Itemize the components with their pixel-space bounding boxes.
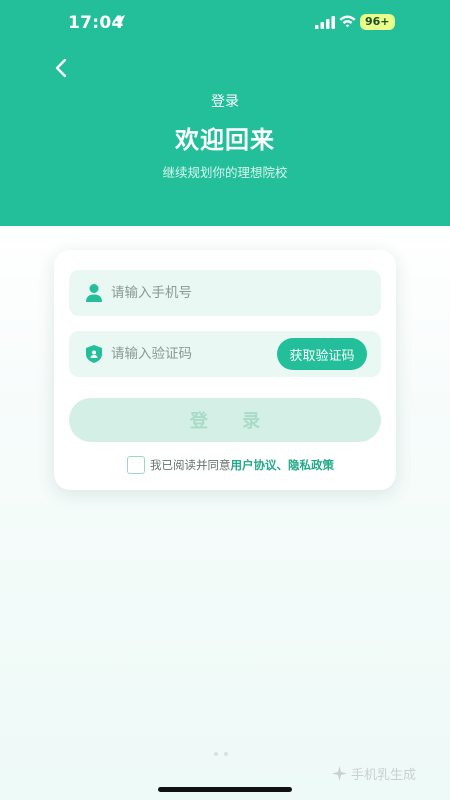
phone-field [69, 270, 381, 316]
sparkle-icon [332, 766, 347, 781]
user-agreement-link[interactable]: 用户协议 [231, 457, 277, 473]
welcome-heading: 欢迎回来 [175, 126, 275, 154]
login-card: 获取验证码 登 录 我已阅读并同意 用户协议 、 隐私政策 [54, 250, 396, 490]
verification-code-field: 获取验证码 [69, 331, 381, 377]
get-code-button[interactable]: 获取验证码 [277, 338, 367, 370]
agreement-text: 我已阅读并同意 [150, 458, 231, 472]
watermark: 手机乳生成 [332, 764, 416, 783]
agreement-checkbox[interactable] [127, 456, 145, 474]
watermark-text: 手机乳生成 [351, 768, 417, 783]
agreement-separator: 、 [276, 458, 289, 472]
wifi-icon [339, 15, 356, 28]
page-indicator [214, 752, 228, 756]
location-arrow-icon [113, 15, 125, 27]
page-title: 登录 [211, 94, 239, 110]
status-bar: 17:04 96+ [0, 0, 450, 46]
user-icon [86, 284, 102, 302]
header-banner: 17:04 96+ 登录 欢迎回来 继续规划你的理想院校 [0, 0, 450, 226]
login-button[interactable]: 登 录 [69, 398, 381, 442]
page-dot [224, 752, 228, 756]
chevron-left-icon[interactable] [48, 54, 76, 82]
battery-badge: 96+ [360, 14, 395, 30]
home-indicator[interactable] [158, 787, 292, 792]
page-dot [214, 752, 218, 756]
signal-icon [315, 16, 335, 29]
privacy-policy-link[interactable]: 隐私政策 [288, 457, 334, 473]
shield-icon [86, 345, 102, 363]
agreement-row: 我已阅读并同意 用户协议 、 隐私政策 [127, 455, 334, 475]
phone-input[interactable] [111, 270, 271, 316]
verification-code-input[interactable] [111, 331, 271, 377]
welcome-subtitle: 继续规划你的理想院校 [162, 165, 288, 180]
